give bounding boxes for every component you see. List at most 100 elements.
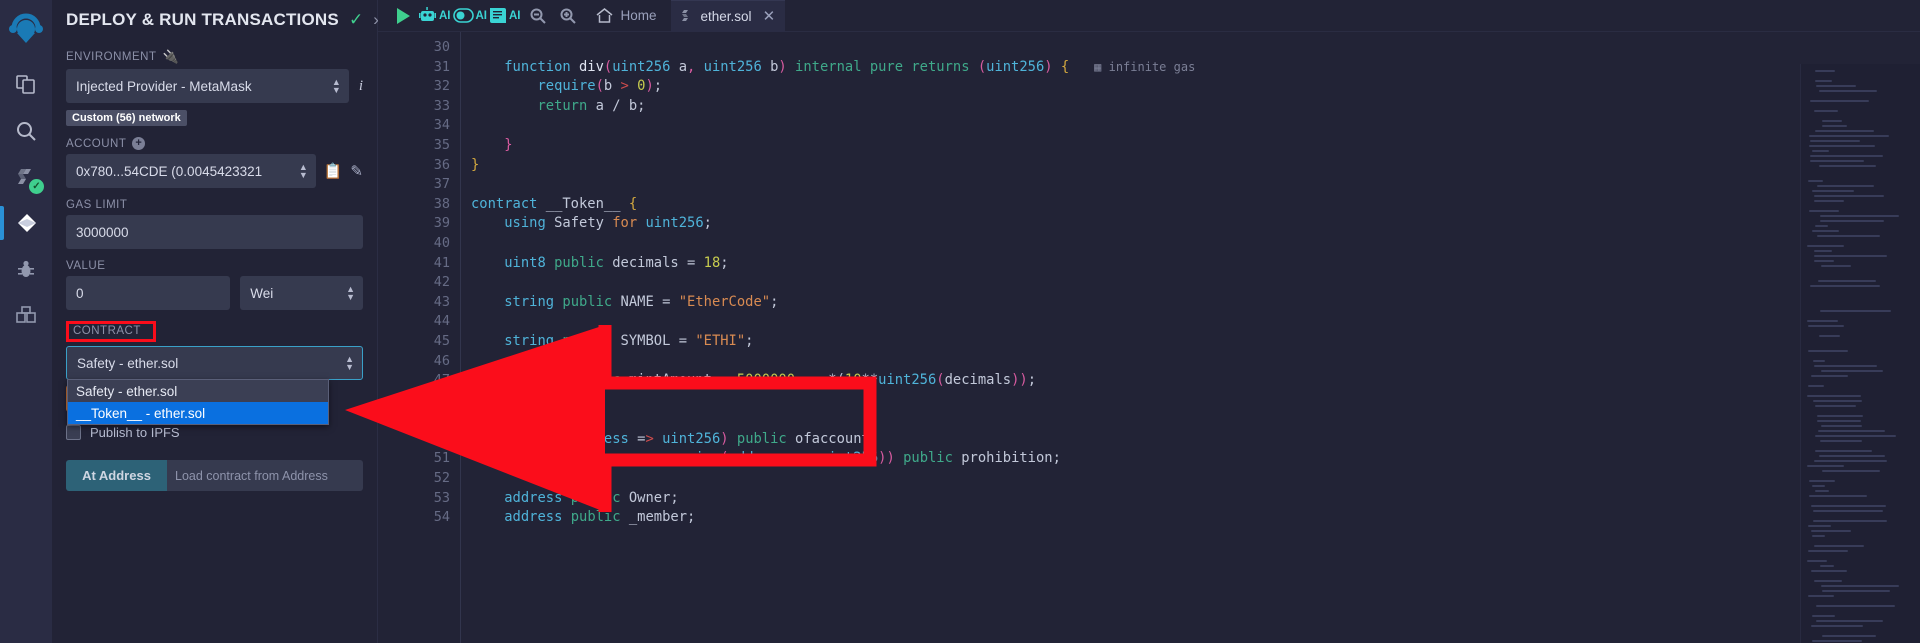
code-line[interactable]: mapping(address => mapping(address => ui… <box>471 449 1920 469</box>
line-number: 31 <box>433 58 450 75</box>
check-icon[interactable]: ✓ <box>349 10 363 30</box>
line-number: 36 <box>433 156 450 173</box>
environment-label: ENVIRONMENT 🔌 <box>66 49 363 65</box>
zoom-out-icon[interactable] <box>523 0 553 32</box>
solidity-file-icon <box>681 9 688 21</box>
line-number: 44 <box>433 313 450 330</box>
gas-limit-input[interactable]: 3000000 <box>66 215 363 249</box>
line-number: 32 <box>433 78 450 95</box>
line-number: 40 <box>433 234 450 251</box>
line-number: 35 <box>433 136 450 153</box>
environment-row: Injected Provider - MetaMask ▲ ▼ i <box>66 69 363 103</box>
info-icon[interactable]: i <box>359 78 363 95</box>
editor-minimap[interactable] <box>1800 64 1920 643</box>
code-line[interactable]: mapping(address => uint256) public ofacc… <box>471 430 1920 450</box>
value-row: 0 Wei ▲ ▼ <box>66 276 364 310</box>
account-row: 0x780...54CDE (0.0045423321 ▲ ▼ 📋 ✎ <box>66 154 363 188</box>
contract-select-wrapper: Safety - ether.sol ▲ ▼ Safety - ether.sol… <box>66 346 363 425</box>
value-amount: 0 <box>76 285 84 301</box>
value-unit-select[interactable]: Wei ▲ ▼ <box>240 276 364 310</box>
editor-left-pad <box>378 32 406 643</box>
code-editor[interactable]: 30 31 32 33 34 35 36 37 38 39 40 41 42 43 44 45 46 47 48 49… <box>378 32 1920 643</box>
sidebar-item-deploy-run[interactable] <box>0 200 52 246</box>
code-line[interactable] <box>471 175 1920 195</box>
ai-toggle-button[interactable]: AI <box>452 8 488 23</box>
code-line[interactable]: return a / b; <box>471 97 1920 117</box>
line-number: 38 <box>433 195 450 212</box>
code-line[interactable] <box>471 469 1920 489</box>
editor-area: AI AI AI Home ether.sol ✕ 30 31 32 33 34… <box>378 0 1920 643</box>
editor-toolbar: AI AI AI Home ether.sol ✕ <box>378 0 1920 32</box>
close-icon[interactable]: ✕ <box>763 7 776 25</box>
at-address-input[interactable]: Load contract from Address <box>167 460 363 491</box>
chevron-updown-icon[interactable]: ▲ ▼ <box>299 163 308 180</box>
code-line[interactable]: uint256 public mintAmount = 5000000 *(10… <box>471 371 1920 391</box>
dropdown-option-token[interactable]: __Token__ - ether.sol <box>68 402 328 424</box>
account-select[interactable]: 0x780...54CDE (0.0045423321 ▲ ▼ <box>66 154 316 188</box>
chevron-updown-icon[interactable]: ▲ ▼ <box>345 355 354 372</box>
remix-ide-window: ✓ DEPLOY & RUN TRANSACTIONS ✓ › ENVIRONM… <box>0 0 1920 643</box>
code-line[interactable] <box>471 312 1920 332</box>
chevron-updown-icon[interactable]: ▲ ▼ <box>346 285 355 302</box>
code-line[interactable]: address public _member; <box>471 508 1920 528</box>
remix-logo-icon[interactable] <box>0 4 52 56</box>
code-line[interactable]: string public SYMBOL = "ETHI"; <box>471 332 1920 352</box>
code-line[interactable]: uint8 public decimals = 18; <box>471 254 1920 274</box>
code-line[interactable]: } <box>471 156 1920 176</box>
ai-book-button[interactable]: AI <box>489 6 521 25</box>
zoom-in-icon[interactable] <box>553 0 583 32</box>
code-line[interactable]: } <box>471 136 1920 156</box>
edit-icon[interactable]: ✎ <box>350 162 363 180</box>
line-number: 53 <box>433 489 450 506</box>
code-line[interactable]: string public NAME = "EtherCode"; <box>471 293 1920 313</box>
code-line[interactable]: require(b > 0); <box>471 77 1920 97</box>
tab-home[interactable]: Home <box>583 0 671 32</box>
play-icon[interactable] <box>388 0 418 32</box>
copy-icon[interactable]: 📋 <box>324 162 343 180</box>
account-label: ACCOUNT + <box>66 137 363 150</box>
gas-limit-label: GAS LIMIT <box>66 199 128 211</box>
deploy-run-panel: DEPLOY & RUN TRANSACTIONS ✓ › ENVIRONMEN… <box>52 0 379 643</box>
search-icon[interactable] <box>0 108 52 154</box>
home-icon <box>596 8 612 23</box>
code-line[interactable] <box>471 273 1920 293</box>
code-content[interactable]: function div(uint256 a, uint256 b) inter… <box>460 32 1920 643</box>
solidity-icon[interactable]: ✓ <box>0 154 52 200</box>
tab-ether-sol[interactable]: ether.sol ✕ <box>670 0 786 32</box>
environment-value: Injected Provider - MetaMask <box>76 78 252 94</box>
toggle-icon <box>452 8 474 23</box>
dropdown-option-safety[interactable]: Safety - ether.sol <box>68 380 328 402</box>
code-line[interactable] <box>471 410 1920 430</box>
value-input[interactable]: 0 <box>66 276 231 310</box>
book-icon <box>490 8 506 23</box>
robot-icon <box>419 7 436 21</box>
bug-icon[interactable] <box>0 246 52 292</box>
publish-ipfs-checkbox[interactable] <box>66 425 81 440</box>
account-label-text: ACCOUNT <box>66 137 127 150</box>
line-number: 43 <box>433 293 450 310</box>
contract-select[interactable]: Safety - ether.sol ▲ ▼ <box>66 346 363 380</box>
code-line[interactable]: address public Owner; <box>471 489 1920 509</box>
plugin-icon[interactable] <box>0 292 52 338</box>
contract-dropdown-list[interactable]: Safety - ether.sol __Token__ - ether.sol <box>67 379 329 425</box>
publish-ipfs-row[interactable]: Publish to IPFS <box>66 425 363 440</box>
code-line[interactable]: using Safety for uint256; <box>471 214 1920 234</box>
plus-circle-icon[interactable]: + <box>132 137 146 150</box>
ai-book-label: AI <box>509 9 521 22</box>
at-address-button[interactable]: At Address <box>66 460 167 491</box>
chevron-updown-icon[interactable]: ▲ ▼ <box>332 78 341 95</box>
compile-success-badge: ✓ <box>29 179 44 194</box>
code-line[interactable]: contract __Token__ { <box>471 195 1920 215</box>
ai-robot-button[interactable]: AI <box>418 6 451 25</box>
code-line[interactable] <box>471 234 1920 254</box>
environment-select[interactable]: Injected Provider - MetaMask ▲ ▼ <box>66 69 349 103</box>
files-icon[interactable] <box>0 62 52 108</box>
code-line[interactable] <box>471 391 1920 411</box>
line-number-gutter: 30 31 32 33 34 35 36 37 38 39 40 41 42 43 44 45 46 47 48 49… <box>406 32 460 643</box>
code-line[interactable] <box>471 38 1920 58</box>
line-number: 51 <box>433 450 450 467</box>
ai-toggle-label: AI <box>475 9 488 22</box>
code-line[interactable] <box>471 352 1920 372</box>
code-line[interactable]: function div(uint256 a, uint256 b) inter… <box>471 58 1920 78</box>
code-line[interactable] <box>471 116 1920 136</box>
